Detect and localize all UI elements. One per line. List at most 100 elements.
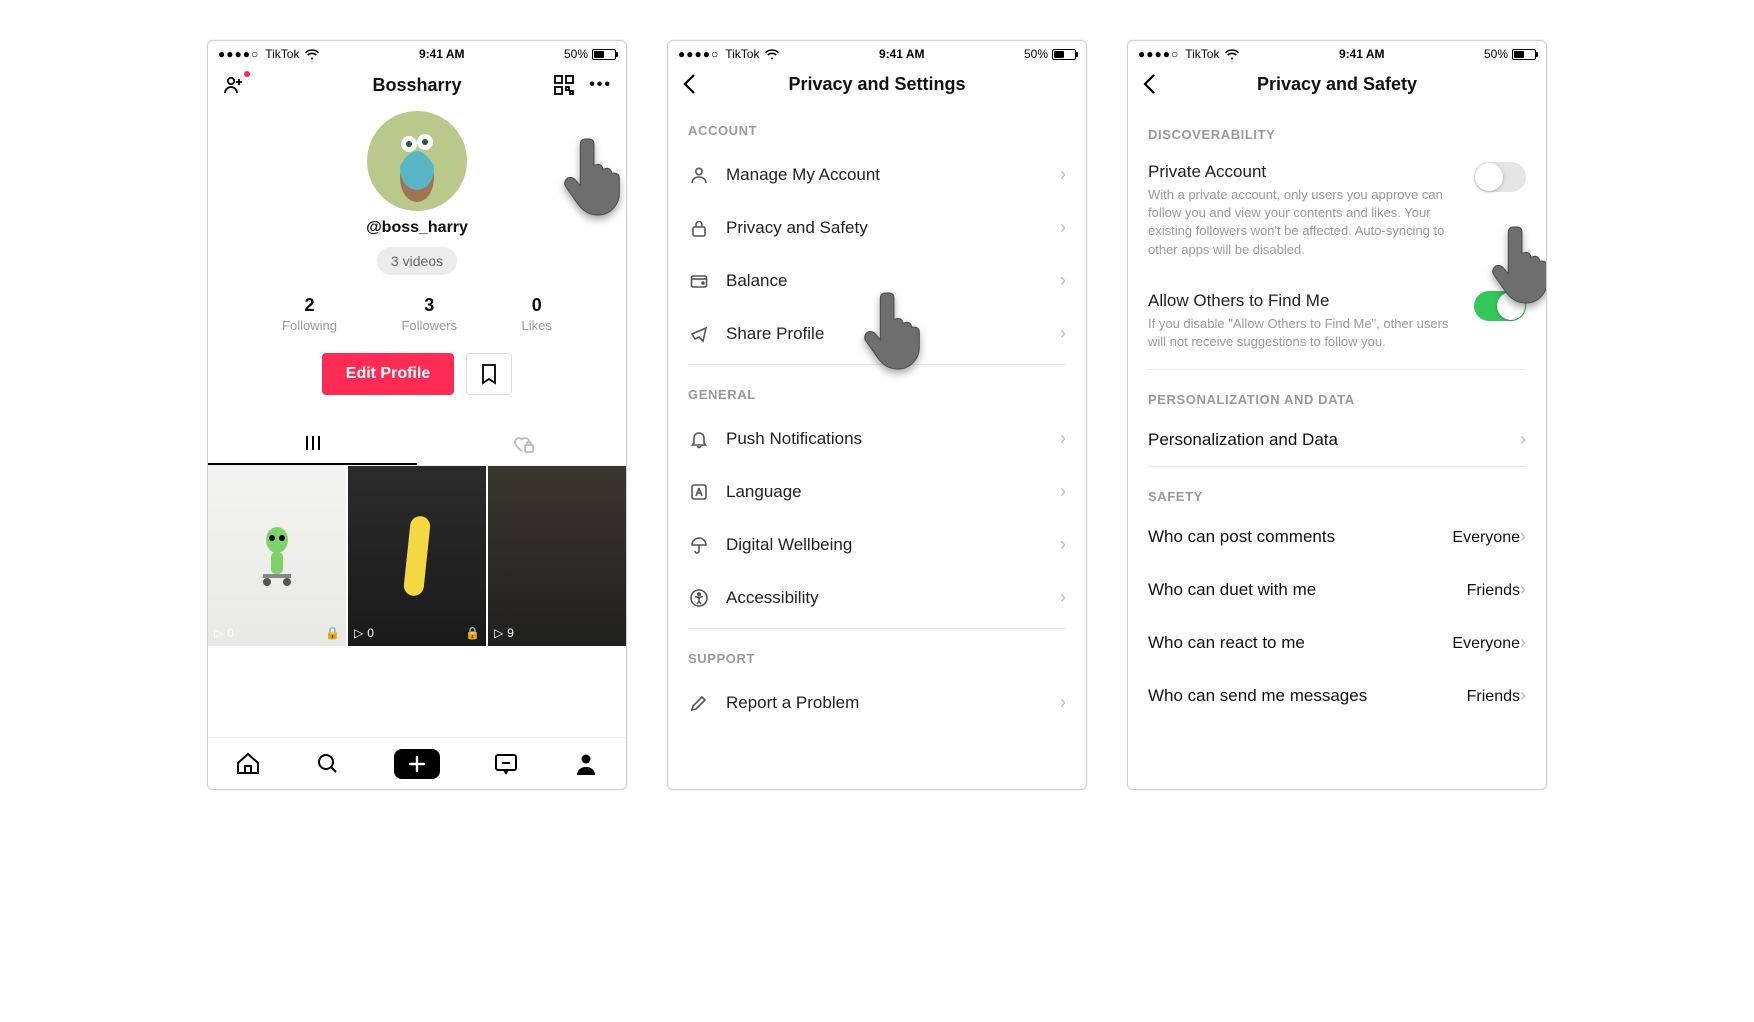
status-bar: ●●●●○ TikTok 9:41 AM 50%	[208, 41, 626, 63]
signal-dots: ●●●●○	[218, 47, 259, 61]
row-label: Push Notifications	[726, 429, 1044, 449]
row-label: Privacy and Safety	[726, 218, 1044, 238]
tab-liked[interactable]	[417, 423, 626, 465]
stat-followers[interactable]: 3 Followers	[401, 295, 457, 333]
profile-navbar: Bossharry •••	[208, 63, 626, 107]
videos-count-pill[interactable]: 3 videos	[377, 247, 457, 275]
row-who-comments[interactable]: Who can post comments Everyone›	[1148, 510, 1526, 563]
chevron-left-icon	[682, 73, 698, 95]
person-outline-icon	[688, 165, 710, 185]
bell-icon	[688, 429, 710, 449]
lock-icon	[688, 218, 710, 238]
row-manage-account[interactable]: Manage My Account ›	[668, 148, 1086, 201]
battery-percent: 50%	[564, 47, 588, 61]
row-who-message[interactable]: Who can send me messages Friends›	[1148, 669, 1526, 722]
row-who-duet[interactable]: Who can duet with me Friends›	[1148, 563, 1526, 616]
row-accessibility[interactable]: Accessibility ›	[668, 571, 1086, 624]
video-thumb[interactable]: ▷0 🔒	[348, 466, 486, 646]
row-label: Who can duet with me	[1148, 580, 1316, 600]
video-grid: ▷0 🔒 ▷0 🔒 ▷9	[208, 466, 626, 646]
wifi-icon	[1225, 49, 1239, 60]
avatar[interactable]	[367, 111, 467, 211]
carrier-label: TikTok	[725, 47, 759, 61]
tabbar-home[interactable]	[234, 751, 262, 777]
find-me-label: Allow Others to Find Me	[1148, 291, 1460, 311]
share-icon	[688, 324, 710, 344]
private-account-label: Private Account	[1148, 162, 1460, 182]
row-value: Friends	[1467, 582, 1520, 599]
followers-count: 3	[424, 295, 434, 316]
more-icon[interactable]: •••	[589, 76, 612, 94]
chevron-right-icon: ›	[1520, 526, 1526, 546]
edit-profile-button[interactable]: Edit Profile	[322, 353, 454, 395]
video-thumb[interactable]: ▷0 🔒	[208, 466, 346, 646]
notification-dot	[244, 71, 250, 77]
wallet-icon	[688, 271, 710, 291]
bookmark-button[interactable]	[466, 353, 512, 395]
battery-percent: 50%	[1024, 47, 1048, 61]
clock: 9:41 AM	[419, 47, 465, 61]
tabbar-discover[interactable]	[314, 751, 342, 777]
bookmark-icon	[480, 363, 498, 385]
umbrella-icon	[688, 535, 710, 555]
settings-navbar: Privacy and Settings	[668, 63, 1086, 105]
chevron-left-icon	[1142, 73, 1158, 95]
screen-profile: ●●●●○ TikTok 9:41 AM 50%	[207, 40, 627, 790]
signal-dots: ●●●●○	[1138, 47, 1179, 61]
row-value: Everyone	[1452, 529, 1520, 546]
row-push-notifications[interactable]: Push Notifications ›	[668, 412, 1086, 465]
tabbar-me[interactable]	[572, 751, 600, 777]
row-personalization-data[interactable]: Personalization and Data ›	[1148, 413, 1526, 466]
play-count: 0	[227, 626, 234, 640]
row-language[interactable]: Language ›	[668, 465, 1086, 518]
stat-likes[interactable]: 0 Likes	[522, 295, 552, 333]
row-privacy-safety[interactable]: Privacy and Safety ›	[668, 201, 1086, 254]
section-header-general: GENERAL	[668, 369, 1086, 412]
row-report-problem[interactable]: Report a Problem ›	[668, 676, 1086, 729]
chevron-right-icon: ›	[1520, 579, 1526, 599]
likes-label: Likes	[522, 318, 552, 333]
back-button[interactable]	[682, 73, 698, 95]
private-account-toggle[interactable]	[1474, 162, 1526, 192]
carrier-label: TikTok	[1185, 47, 1219, 61]
row-label: Personalization and Data	[1148, 430, 1338, 450]
add-friend-icon[interactable]	[222, 73, 246, 97]
row-label: Balance	[726, 271, 1044, 291]
row-balance[interactable]: Balance ›	[668, 254, 1086, 307]
tabbar-create[interactable]	[394, 749, 440, 779]
chevron-right-icon: ›	[1520, 429, 1526, 450]
chevron-right-icon: ›	[1060, 692, 1066, 713]
signal-dots: ●●●●○	[678, 47, 719, 61]
find-me-desc: If you disable "Allow Others to Find Me"…	[1148, 315, 1460, 351]
page-title: Privacy and Safety	[1178, 74, 1496, 95]
play-icon: ▷	[494, 626, 503, 640]
section-header-discoverability: DISCOVERABILITY	[1148, 127, 1526, 148]
row-label: Share Profile	[726, 324, 1044, 344]
stat-following[interactable]: 2 Following	[282, 295, 337, 333]
accessibility-icon	[688, 588, 710, 608]
video-thumb[interactable]: ▷9	[488, 466, 626, 646]
play-icon: ▷	[214, 626, 223, 640]
row-label: Who can send me messages	[1148, 686, 1367, 706]
section-header-safety: SAFETY	[1148, 489, 1526, 510]
inbox-icon	[493, 751, 519, 777]
likes-count: 0	[532, 295, 542, 316]
find-me-toggle[interactable]	[1474, 291, 1526, 321]
back-button[interactable]	[1142, 73, 1158, 95]
chevron-right-icon: ›	[1060, 481, 1066, 502]
clock: 9:41 AM	[879, 47, 925, 61]
pencil-icon	[688, 693, 710, 713]
tab-grid[interactable]	[208, 423, 417, 465]
row-label: Report a Problem	[726, 693, 1044, 713]
tabbar-inbox[interactable]	[492, 751, 520, 777]
lock-icon: 🔒	[465, 626, 480, 640]
row-who-react[interactable]: Who can react to me Everyone›	[1148, 616, 1526, 669]
row-label: Manage My Account	[726, 165, 1044, 185]
row-share-profile[interactable]: Share Profile ›	[668, 307, 1086, 360]
private-account-desc: With a private account, only users you a…	[1148, 186, 1460, 259]
battery-percent: 50%	[1484, 47, 1508, 61]
row-digital-wellbeing[interactable]: Digital Wellbeing ›	[668, 518, 1086, 571]
clock: 9:41 AM	[1339, 47, 1385, 61]
battery-icon	[1052, 49, 1076, 60]
qr-icon[interactable]	[553, 74, 575, 96]
